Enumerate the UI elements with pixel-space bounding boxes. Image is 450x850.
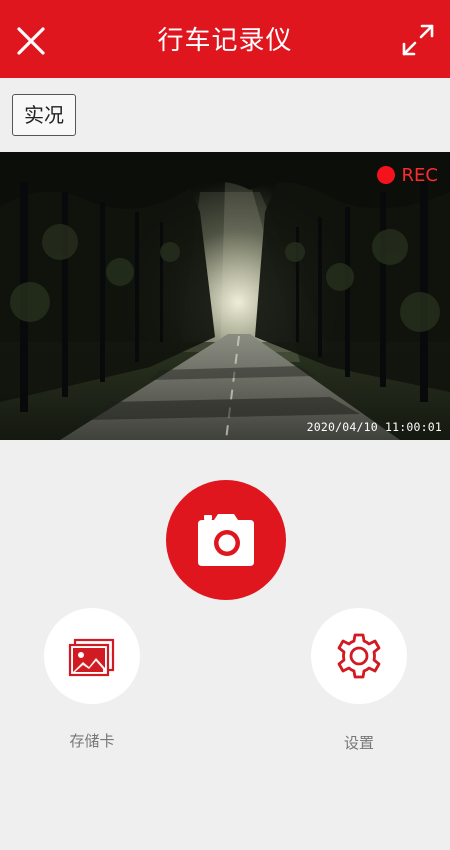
fullscreen-button[interactable] [398, 20, 438, 60]
rec-label: REC [401, 165, 438, 186]
record-dot-icon [376, 166, 395, 184]
page-title: 行车记录仪 [157, 26, 293, 56]
settings-label: 设置 [343, 734, 374, 752]
expand-arrows-icon [402, 24, 434, 56]
tab-live[interactable]: 实况 [12, 94, 76, 136]
recording-indicator: REC [376, 164, 438, 188]
settings-button[interactable] [311, 608, 407, 704]
gear-icon [337, 633, 381, 679]
camera-icon [198, 514, 254, 566]
forest-road-image [0, 152, 450, 440]
storage-card-label: 存储卡 [69, 732, 115, 750]
storage-card-button[interactable] [44, 608, 140, 704]
top-bar: 行车记录仪 [0, 0, 450, 78]
video-timestamp: 2020/04/10 11:00:01 [306, 420, 442, 434]
gallery-icon [68, 638, 115, 677]
capture-button[interactable] [166, 480, 286, 600]
live-video-preview[interactable]: REC 2020/04/10 11:00:01 [0, 152, 450, 440]
